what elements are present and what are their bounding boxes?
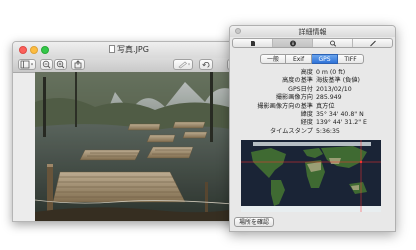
metadata-tabs: 一般 Exif GPS TIFF: [260, 54, 364, 64]
tab-gps[interactable]: GPS: [312, 54, 338, 64]
property-value: 真方位: [316, 102, 335, 110]
gps-properties-list: 高度 0 m (0 ft) 高度の基準 海抜基準 (負値) GPS日付 2013/02…: [230, 69, 395, 136]
preview-window: 写真.JPG: [12, 41, 246, 222]
property-row: タイムスタンプ 5:36:35: [230, 128, 395, 136]
property-value: 海抜基準 (負値): [316, 77, 360, 85]
preview-title: 写真.JPG: [13, 44, 245, 55]
more-info-tab[interactable]: [273, 39, 313, 47]
pen-icon: [369, 40, 376, 46]
tab-tiff[interactable]: TIFF: [338, 54, 364, 64]
keywords-tab[interactable]: [313, 39, 353, 47]
property-row: 撮影画像方向の基準 真方位: [230, 103, 395, 111]
world-map[interactable]: [241, 140, 381, 212]
preview-title-text: 写真.JPG: [117, 45, 149, 54]
property-row: GPS日付 2013/02/10: [230, 86, 395, 94]
sidebar-icon: [20, 60, 33, 69]
rotate-icon: [202, 62, 210, 68]
general-icon: [250, 40, 255, 46]
photo-image: [35, 72, 245, 221]
property-label: 高度の基準: [282, 77, 313, 85]
zoom-in-button[interactable]: [54, 59, 67, 70]
tab-exif[interactable]: Exif: [286, 54, 312, 64]
share-icon: [74, 60, 82, 69]
info-inspector-window: 詳細情報 一般 Exif GPS TIFF 高度 0 m (0 ft) 高度の基準…: [229, 25, 396, 232]
share-button[interactable]: [71, 59, 85, 70]
search-icon: [329, 40, 336, 47]
property-value: 139° 44' 31.2" E: [316, 119, 367, 127]
info-titlebar: 詳細情報: [230, 26, 395, 37]
property-row: 経度 139° 44' 31.2" E: [230, 119, 395, 127]
zoom-out-button[interactable]: [40, 59, 53, 70]
annotations-tab[interactable]: [353, 39, 392, 47]
general-info-tab[interactable]: [233, 39, 273, 47]
inspector-icon-bar: [232, 38, 393, 48]
tab-general[interactable]: 一般: [260, 54, 286, 64]
markup-button[interactable]: [173, 59, 193, 70]
property-label: タイムスタンプ: [269, 127, 313, 135]
property-label: 撮影画像方向の基準: [257, 102, 313, 110]
info-title: 詳細情報: [298, 28, 327, 36]
show-location-button[interactable]: 場所を確認: [234, 217, 274, 227]
location-marker: [359, 160, 363, 164]
property-row: 高度の基準 海抜基準 (負値): [230, 77, 395, 85]
preview-toolbar: [13, 58, 245, 73]
document-icon: [109, 45, 116, 53]
zoom-out-icon: [42, 60, 51, 69]
preview-titlebar: 写真.JPG: [13, 42, 245, 58]
property-value: 2013/02/10: [316, 85, 352, 93]
info-icon: [289, 40, 296, 46]
pen-icon: [178, 61, 190, 69]
property-value: 5:36:35: [316, 127, 340, 135]
property-row: 撮影画像方向 285.949: [230, 94, 395, 102]
property-label: GPS日付: [288, 85, 313, 93]
sidebar-view-button[interactable]: [18, 59, 36, 70]
zoom-in-icon: [56, 60, 65, 69]
property-label: 経度: [300, 119, 313, 127]
property-label: 撮影画像方向: [275, 94, 313, 102]
rotate-button[interactable]: [199, 59, 213, 70]
property-value: 285.949: [316, 94, 342, 102]
